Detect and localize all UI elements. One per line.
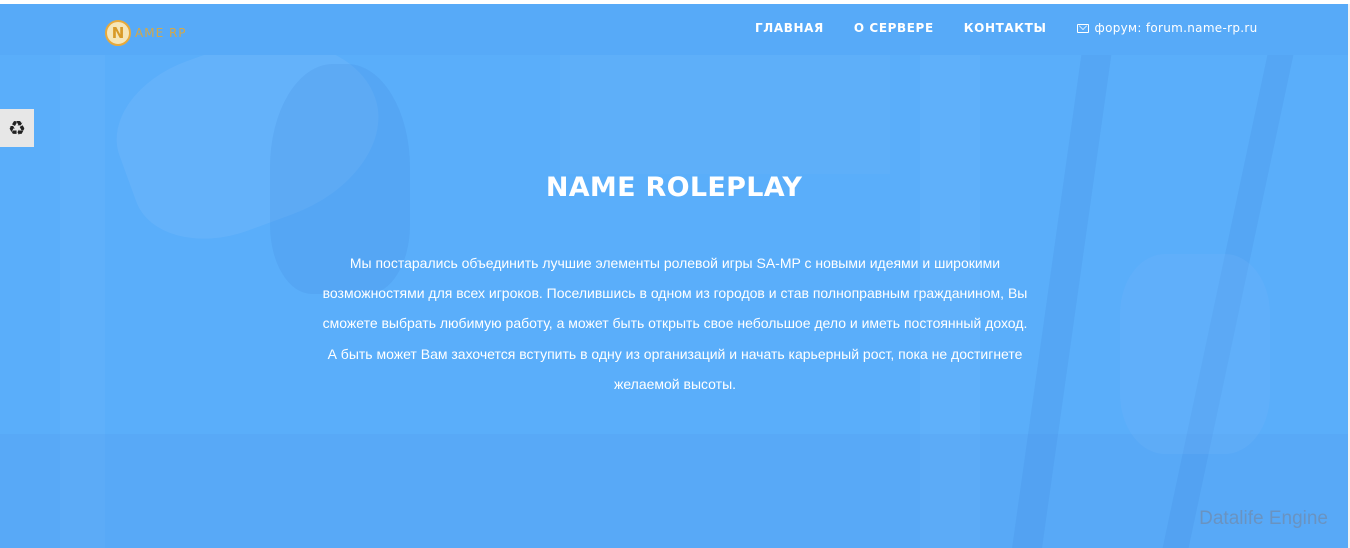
hero-description-line: возможностями для всех игроков. Поселивш… xyxy=(322,285,1028,302)
nav-link-about-server[interactable]: О СЕРВЕРЕ xyxy=(854,21,934,35)
background-object xyxy=(1120,254,1270,454)
hero-description: Мы постарались объединить лучшие элемент… xyxy=(290,248,1060,399)
hero-description-line: А быть может Вам захочется вступить в од… xyxy=(327,345,1023,362)
top-border xyxy=(0,0,1350,4)
hero-description-line: Мы постарались объединить лучшие элемент… xyxy=(349,255,1001,271)
nav-menu: ГЛАВНАЯ О СЕРВЕРЕ КОНТАКТЫ форум: forum.… xyxy=(755,21,1258,35)
hero-description-line: желаемой высоты. xyxy=(613,375,737,392)
logo-badge-icon: N xyxy=(105,20,131,46)
envelope-icon xyxy=(1076,23,1089,33)
background-floor xyxy=(0,434,1348,548)
forum-label: форум: forum.name-rp.ru xyxy=(1094,21,1258,35)
site-logo[interactable]: N AME RP xyxy=(105,18,187,48)
logo-text: AME RP xyxy=(135,26,187,40)
nav-link-home[interactable]: ГЛАВНАЯ xyxy=(755,21,824,35)
nav-link-contacts[interactable]: КОНТАКТЫ xyxy=(964,21,1047,35)
recycle-icon: ♻ xyxy=(8,116,26,140)
page: N AME RP ГЛАВНАЯ О СЕРВЕРЕ КОНТАКТЫ фору… xyxy=(0,0,1350,548)
nav-link-forum[interactable]: форум: forum.name-rp.ru xyxy=(1076,21,1258,35)
side-widget-button[interactable]: ♻ xyxy=(0,109,34,147)
hero-title: NAME ROLEPLAY xyxy=(545,172,803,203)
navbar: N AME RP ГЛАВНАЯ О СЕРВЕРЕ КОНТАКТЫ фору… xyxy=(0,4,1348,55)
engine-watermark: Datalife Engine xyxy=(1199,508,1328,529)
hero-description-line: сможете выбрать любимую работу, а может … xyxy=(322,315,1028,332)
